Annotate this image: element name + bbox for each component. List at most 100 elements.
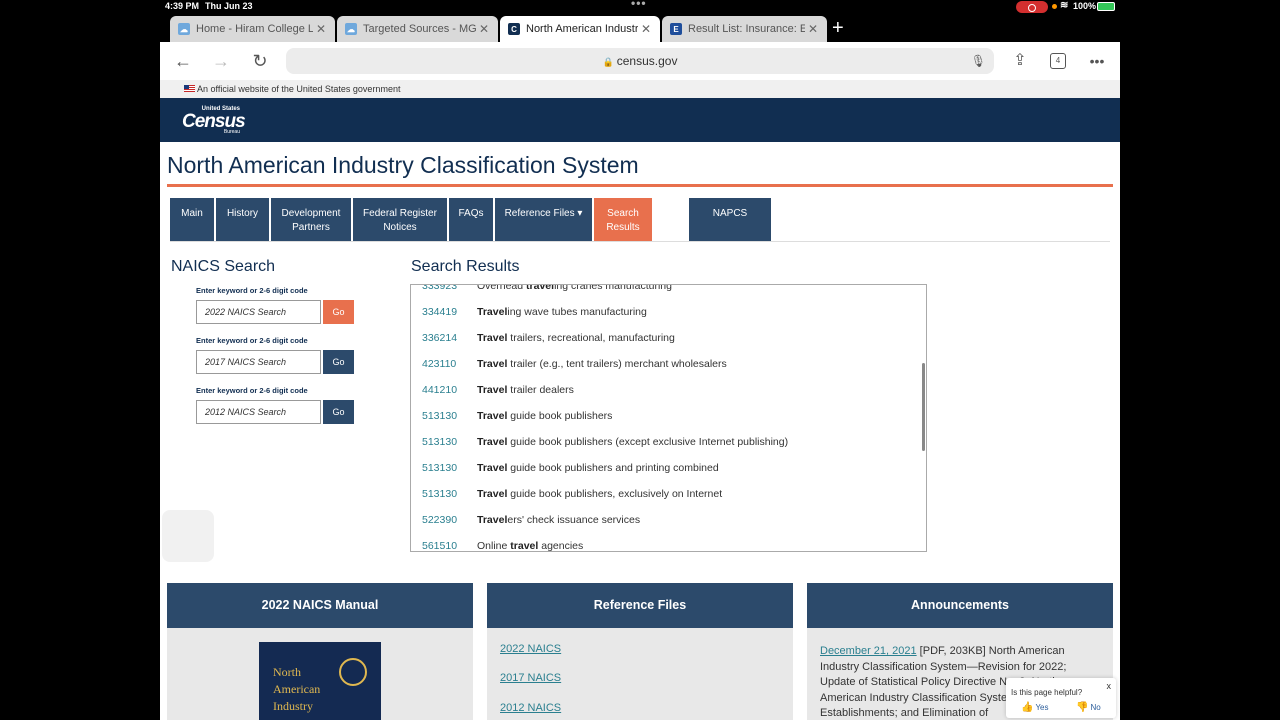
result-row: 513130 Travel guide book publishers (exce… bbox=[422, 436, 788, 448]
reference-link-2017[interactable]: 2017 NAICS bbox=[500, 672, 561, 684]
reference-link-2012[interactable]: 2012 NAICS bbox=[500, 702, 561, 714]
description-suffix: trailer dealers bbox=[507, 384, 574, 396]
browser-tab[interactable]: ☁ Targeted Sources - MGM ✕ bbox=[337, 16, 498, 42]
feedback-no-button[interactable]: 👎 No bbox=[1076, 702, 1101, 713]
keyword-highlight: Travel bbox=[477, 384, 508, 396]
share-icon[interactable]: ⇪ bbox=[1009, 50, 1031, 72]
nav-development-partners[interactable]: Development Partners bbox=[271, 198, 351, 242]
status-date: Thu Jun 23 bbox=[205, 1, 253, 11]
browser-tab-bar: ☁ Home - Hiram College Li ✕ ☁ Targeted S… bbox=[160, 14, 1120, 42]
result-row: 333923 Overhead traveling cranes manufact… bbox=[422, 284, 672, 292]
naics-code-link[interactable]: 333923 bbox=[422, 285, 477, 292]
nav-reference-files[interactable]: Reference Files ▾ bbox=[495, 198, 592, 242]
feedback-widget: Is this page helpful? x 👍 Yes 👎 No bbox=[1006, 678, 1116, 718]
nav-divider bbox=[170, 241, 1110, 242]
nav-federal-register-notices[interactable]: Federal Register Notices bbox=[353, 198, 447, 242]
cloud-icon: ☁ bbox=[345, 23, 357, 35]
tab-label: Targeted Sources - MGM bbox=[363, 23, 476, 35]
keyword-highlight: Travel bbox=[477, 410, 508, 422]
tab-overview-icon[interactable]: 4 bbox=[1050, 53, 1066, 69]
result-description: Travel trailer (e.g., tent trailers) mer… bbox=[477, 358, 727, 370]
naics-2012-search-input[interactable]: 2012 NAICS Search bbox=[196, 400, 321, 424]
microphone-icon[interactable]: 🎙 bbox=[971, 48, 986, 74]
naics-code-link[interactable]: 513130 bbox=[422, 488, 477, 500]
search-label-2022: Enter keyword or 2-6 digit code bbox=[196, 286, 308, 295]
reference-files-panel: Reference Files 2022 NAICS 2017 NAICS 20… bbox=[487, 583, 793, 720]
battery-percentage: 100% bbox=[1073, 1, 1097, 11]
tab-label: Result List: Insurance: E bbox=[688, 23, 805, 35]
naics-code-link[interactable]: 441210 bbox=[422, 384, 477, 396]
naics-manual-cover-image[interactable]: North American Industry bbox=[259, 642, 381, 720]
back-arrow-icon[interactable]: ← bbox=[172, 50, 194, 72]
naics-code-link[interactable]: 513130 bbox=[422, 436, 477, 448]
description-prefix: Online bbox=[477, 540, 511, 552]
us-flag-icon bbox=[184, 85, 195, 92]
more-icon[interactable]: ••• bbox=[1086, 50, 1108, 72]
logo-main-text: Census bbox=[182, 111, 246, 132]
result-description: Travel trailers, recreational, manufactu… bbox=[477, 332, 675, 344]
search-results-list[interactable]: 561510 Online travel agencies 522390 Travel… bbox=[410, 284, 927, 552]
description-suffix: ing cranes manufacturing bbox=[554, 284, 672, 292]
forward-arrow-icon[interactable]: → bbox=[210, 50, 232, 72]
result-description: Travel trailer dealers bbox=[477, 384, 574, 396]
naics-2012-go-button[interactable]: Go bbox=[323, 400, 354, 424]
keyword-highlight: Travel bbox=[477, 514, 508, 526]
nav-main[interactable]: Main bbox=[170, 198, 214, 242]
new-tab-plus-icon[interactable]: + bbox=[832, 16, 844, 40]
status-bar: 4:39 PM Thu Jun 23 ••• ≋ 100% bbox=[0, 0, 1280, 14]
page-title: North American Industry Classification S… bbox=[167, 152, 639, 178]
result-description: Online travel agencies bbox=[477, 540, 583, 552]
announcement-link[interactable]: December 21, 2021 bbox=[820, 645, 917, 657]
naics-2017-go-button[interactable]: Go bbox=[323, 350, 354, 374]
feedback-close-button[interactable]: x bbox=[1107, 681, 1112, 691]
naics-2022-go-button[interactable]: Go bbox=[323, 300, 354, 324]
nav-history[interactable]: History bbox=[216, 198, 269, 242]
description-suffix: guide book publishers and printing combi… bbox=[507, 462, 719, 474]
floating-assistive-button[interactable] bbox=[162, 510, 214, 562]
feedback-question: Is this page helpful? bbox=[1011, 688, 1083, 697]
result-row: 423110 Travel trailer (e.g., tent trailer… bbox=[422, 358, 727, 370]
browser-tab-active[interactable]: C North American Industry ✕ bbox=[500, 16, 660, 42]
gov-banner: An official website of the United States… bbox=[160, 80, 1120, 98]
search-label-2012: Enter keyword or 2-6 digit code bbox=[196, 386, 308, 395]
nav-napcs[interactable]: NAPCS bbox=[689, 198, 771, 242]
naics-code-link[interactable]: 522390 bbox=[422, 514, 477, 526]
browser-tab[interactable]: ☁ Home - Hiram College Li ✕ bbox=[170, 16, 335, 42]
close-icon[interactable]: ✕ bbox=[476, 22, 492, 36]
reference-link-2022[interactable]: 2022 NAICS bbox=[500, 643, 561, 655]
census-logo[interactable]: United States Census Bureau bbox=[182, 106, 246, 135]
panel-heading: 2022 NAICS Manual bbox=[167, 583, 473, 628]
nav-search-results[interactable]: Search Results bbox=[594, 198, 652, 242]
naics-code-link[interactable]: 423110 bbox=[422, 358, 477, 370]
description-suffix: guide book publishers (except exclusive … bbox=[507, 436, 789, 448]
naics-code-link[interactable]: 561510 bbox=[422, 540, 477, 551]
naics-manual-panel: 2022 NAICS Manual North American Industr… bbox=[167, 583, 473, 720]
gov-banner-text: An official website of the United States… bbox=[197, 84, 401, 94]
keyword-highlight: Travel bbox=[477, 306, 508, 318]
close-icon[interactable]: ✕ bbox=[805, 22, 821, 36]
browser-toolbar: ← → ↻ 🔒 census.gov 🎙 ⇪ 4 ••• bbox=[160, 42, 1120, 80]
result-description: Travel guide book publishers, exclusivel… bbox=[477, 488, 722, 500]
naics-code-link[interactable]: 513130 bbox=[422, 462, 477, 474]
address-bar[interactable]: 🔒 census.gov 🎙 bbox=[286, 48, 994, 74]
multitasking-dots-icon[interactable]: ••• bbox=[631, 0, 647, 10]
close-icon[interactable]: ✕ bbox=[313, 22, 329, 36]
tab-label: Home - Hiram College Li bbox=[196, 23, 313, 35]
close-icon[interactable]: ✕ bbox=[638, 22, 654, 36]
result-row: 513130 Travel guide book publishers, excl… bbox=[422, 488, 722, 500]
web-page: An official website of the United States… bbox=[160, 80, 1120, 720]
naics-2017-search-input[interactable]: 2017 NAICS Search bbox=[196, 350, 321, 374]
screen-recording-icon bbox=[1016, 1, 1048, 13]
feedback-yes-button[interactable]: 👍 Yes bbox=[1021, 702, 1049, 713]
description-prefix: Overhead bbox=[477, 284, 527, 292]
naics-code-link[interactable]: 334419 bbox=[422, 306, 477, 318]
naics-code-link[interactable]: 336214 bbox=[422, 332, 477, 344]
naics-code-link[interactable]: 513130 bbox=[422, 410, 477, 422]
ebsco-icon: E bbox=[670, 23, 682, 35]
reload-icon[interactable]: ↻ bbox=[249, 50, 271, 72]
nav-faqs[interactable]: FAQs bbox=[449, 198, 493, 242]
naics-2022-search-input[interactable]: 2022 NAICS Search bbox=[196, 300, 321, 324]
results-scrollbar[interactable] bbox=[922, 363, 925, 451]
browser-tab[interactable]: E Result List: Insurance: E ✕ bbox=[662, 16, 827, 42]
cover-line: Industry bbox=[273, 699, 313, 713]
